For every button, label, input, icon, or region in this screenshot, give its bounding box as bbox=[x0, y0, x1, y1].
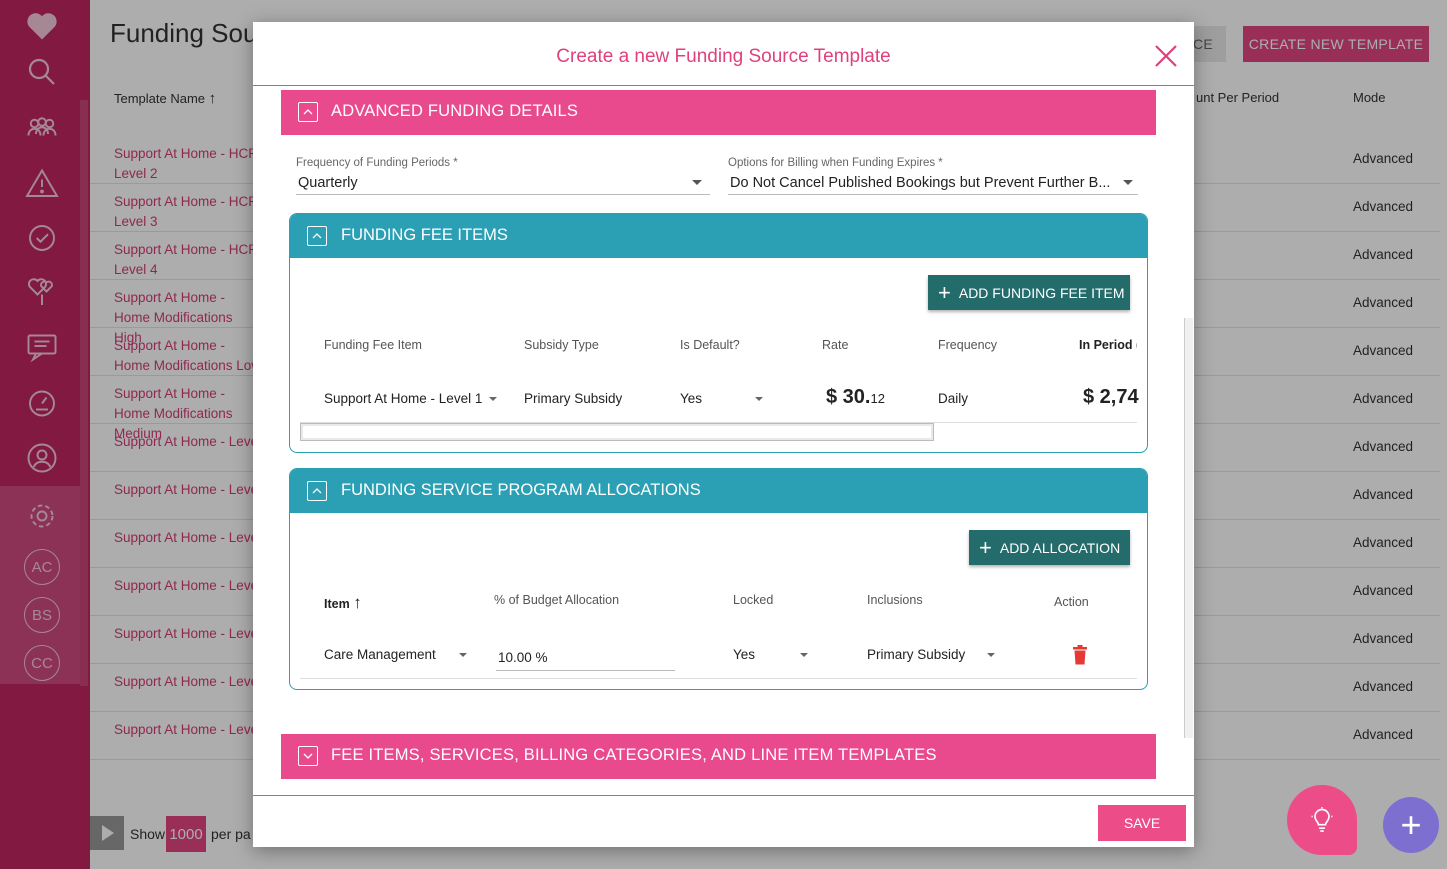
column-header-action: Action bbox=[1054, 595, 1089, 609]
rate-cents: 12 bbox=[870, 391, 885, 406]
column-header-item[interactable]: Item ↑ bbox=[324, 593, 362, 613]
column-header-rate: Rate bbox=[822, 338, 849, 352]
funding-fee-items-panel: FUNDING FEE ITEMS + ADD FUNDING FEE ITEM… bbox=[289, 213, 1148, 453]
allocations-panel: FUNDING SERVICE PROGRAM ALLOCATIONS + AD… bbox=[289, 468, 1148, 690]
chevron-down-icon[interactable] bbox=[489, 397, 497, 401]
allocation-item-select[interactable]: Care Management bbox=[324, 647, 436, 662]
modal-title: Create a new Funding Source Template bbox=[556, 46, 891, 67]
trash-icon[interactable] bbox=[1072, 645, 1088, 665]
button-label: ADD ALLOCATION bbox=[999, 539, 1121, 556]
column-header-in-period: In Period ( bbox=[1079, 338, 1137, 352]
chevron-down-icon[interactable] bbox=[800, 653, 808, 657]
section-title: ADVANCED FUNDING DETAILS bbox=[331, 102, 579, 120]
column-header-funding-fee-item: Funding Fee Item bbox=[324, 338, 422, 352]
column-header-is-default: Is Default? bbox=[680, 338, 740, 352]
billing-option-label: Options for Billing when Funding Expires… bbox=[728, 157, 943, 169]
frequency-select[interactable]: Quarterly bbox=[298, 175, 678, 191]
column-header-locked: Locked bbox=[733, 593, 774, 607]
rate-value: $ 30.12 bbox=[826, 386, 885, 409]
plus-icon: + bbox=[979, 534, 992, 560]
allocations-header[interactable]: FUNDING SERVICE PROGRAM ALLOCATIONS bbox=[290, 469, 1147, 513]
lightbulb-button[interactable] bbox=[1287, 785, 1357, 855]
frequency-label: Frequency of Funding Periods * bbox=[296, 157, 458, 169]
sort-up-icon: ↑ bbox=[353, 593, 362, 612]
column-header-subsidy-type: Subsidy Type bbox=[524, 338, 599, 352]
budget-allocation-input[interactable]: 10.00 % bbox=[498, 650, 548, 665]
modal-footer: SAVE bbox=[253, 795, 1194, 847]
column-label: Item bbox=[324, 597, 350, 611]
add-funding-fee-item-button[interactable]: + ADD FUNDING FEE ITEM bbox=[928, 275, 1130, 310]
panel-title: FUNDING SERVICE PROGRAM ALLOCATIONS bbox=[341, 481, 701, 499]
locked-select[interactable]: Yes bbox=[733, 647, 755, 662]
plus-icon: + bbox=[1400, 804, 1422, 845]
chevron-up-icon[interactable] bbox=[307, 481, 327, 501]
chevron-down-icon[interactable] bbox=[1123, 180, 1133, 185]
modal-scrollbar[interactable] bbox=[1184, 318, 1193, 738]
field-underline bbox=[728, 194, 1138, 195]
button-label: ADD FUNDING FEE ITEM bbox=[958, 284, 1125, 301]
create-template-modal: Create a new Funding Source Template ADV… bbox=[253, 22, 1194, 847]
row-divider bbox=[300, 678, 1137, 679]
lightbulb-icon bbox=[1311, 807, 1333, 832]
modal-header: Create a new Funding Source Template bbox=[253, 22, 1194, 86]
plus-icon: + bbox=[938, 279, 951, 305]
add-fab-button[interactable]: + bbox=[1383, 797, 1439, 853]
subsidy-type-value: Primary Subsidy bbox=[524, 391, 623, 406]
modal-body: ADVANCED FUNDING DETAILS Frequency of Fu… bbox=[253, 86, 1194, 795]
field-underline bbox=[296, 194, 710, 195]
column-header-frequency: Frequency bbox=[938, 338, 998, 352]
save-button[interactable]: SAVE bbox=[1098, 805, 1186, 841]
column-header-budget-allocation: % of Budget Allocation bbox=[494, 593, 620, 607]
chevron-up-icon[interactable] bbox=[298, 102, 318, 122]
fee-items-services-header[interactable]: FEE ITEMS, SERVICES, BILLING CATEGORIES,… bbox=[281, 734, 1156, 779]
inclusions-select[interactable]: Primary Subsidy bbox=[867, 647, 965, 662]
chevron-up-icon[interactable] bbox=[307, 226, 327, 246]
chevron-down-icon[interactable] bbox=[755, 397, 763, 401]
fee-item-select[interactable]: Support At Home - Level 1 bbox=[324, 391, 482, 406]
chevron-down-icon[interactable] bbox=[459, 653, 467, 657]
billing-option-select[interactable]: Do Not Cancel Published Bookings but Pre… bbox=[730, 175, 1114, 191]
chevron-down-icon[interactable] bbox=[987, 653, 995, 657]
horizontal-scrollbar[interactable] bbox=[300, 423, 934, 441]
section-title: FEE ITEMS, SERVICES, BILLING CATEGORIES,… bbox=[331, 746, 937, 764]
is-default-select[interactable]: Yes bbox=[680, 391, 702, 406]
advanced-funding-details-header[interactable]: ADVANCED FUNDING DETAILS bbox=[281, 90, 1156, 135]
add-allocation-button[interactable]: + ADD ALLOCATION bbox=[969, 530, 1130, 565]
rate-main: $ 30. bbox=[826, 386, 871, 408]
funding-fee-items-header[interactable]: FUNDING FEE ITEMS bbox=[290, 214, 1147, 258]
frequency-value: Daily bbox=[938, 391, 969, 406]
chevron-down-icon[interactable] bbox=[298, 746, 318, 766]
column-header-inclusions: Inclusions bbox=[867, 593, 923, 607]
in-period-value: $ 2,74 bbox=[1083, 386, 1139, 408]
panel-title: FUNDING FEE ITEMS bbox=[341, 226, 508, 244]
close-icon[interactable] bbox=[1154, 44, 1178, 68]
chevron-down-icon[interactable] bbox=[692, 180, 702, 185]
field-underline bbox=[496, 670, 675, 671]
